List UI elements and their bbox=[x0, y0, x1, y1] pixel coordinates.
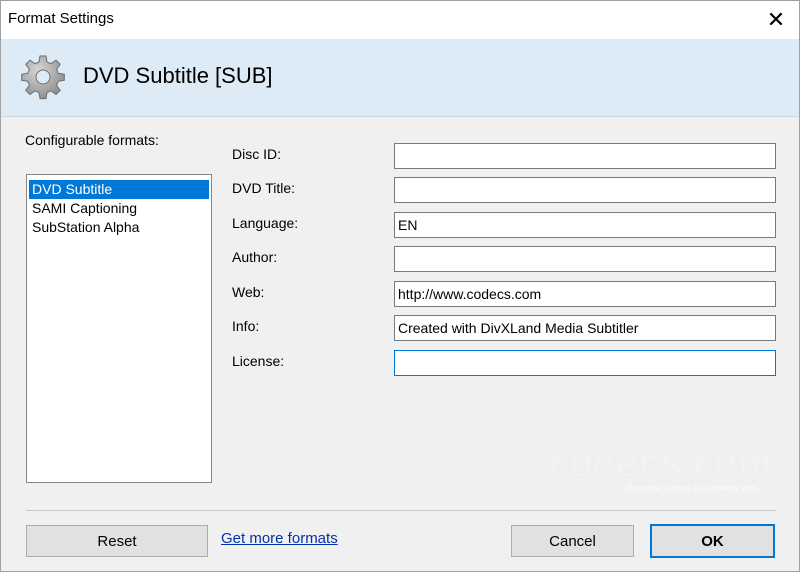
list-item[interactable]: SAMI Captioning bbox=[29, 199, 209, 218]
disc-id-label: Disc ID: bbox=[232, 146, 281, 162]
author-label: Author: bbox=[232, 249, 278, 265]
list-item[interactable]: DVD Subtitle bbox=[29, 180, 209, 199]
info-label: Info: bbox=[232, 318, 260, 334]
window-title: Format Settings bbox=[8, 10, 114, 27]
gear-icon bbox=[21, 55, 65, 100]
close-icon[interactable]: ✕ bbox=[753, 1, 799, 39]
format-settings-dialog: Format Settings ✕ DVD Subtitle [SUB] Con… bbox=[0, 0, 800, 572]
web-field[interactable] bbox=[394, 281, 776, 307]
license-field[interactable] bbox=[394, 350, 776, 376]
language-field[interactable] bbox=[394, 212, 776, 238]
list-item[interactable]: SubStation Alpha bbox=[29, 218, 209, 237]
configurable-formats-label: Configurable formats: bbox=[25, 132, 159, 148]
footer-divider bbox=[26, 510, 776, 511]
ok-button[interactable]: OK bbox=[650, 524, 775, 558]
author-field[interactable] bbox=[394, 246, 776, 272]
formats-listbox[interactable]: DVD Subtitle SAMI Captioning SubStation … bbox=[26, 174, 212, 483]
cancel-button[interactable]: Cancel bbox=[511, 525, 634, 557]
language-label: Language: bbox=[232, 215, 299, 231]
watermark-tagline: Download codecs & multimedia tools bbox=[627, 484, 758, 493]
dvd-title-label: DVD Title: bbox=[232, 180, 296, 196]
dialog-heading: DVD Subtitle [SUB] bbox=[83, 63, 273, 88]
get-more-formats-link[interactable]: Get more formats bbox=[221, 530, 338, 547]
license-label: License: bbox=[232, 353, 285, 369]
web-label: Web: bbox=[232, 284, 265, 300]
dvd-title-field[interactable] bbox=[394, 177, 776, 203]
disc-id-field[interactable] bbox=[394, 143, 776, 169]
title-bar: Format Settings ✕ bbox=[1, 1, 799, 39]
dialog-header: DVD Subtitle [SUB] bbox=[1, 39, 799, 117]
reset-button[interactable]: Reset bbox=[26, 525, 208, 557]
info-field[interactable] bbox=[394, 315, 776, 341]
watermark-logo: codecs.com bbox=[549, 441, 773, 485]
